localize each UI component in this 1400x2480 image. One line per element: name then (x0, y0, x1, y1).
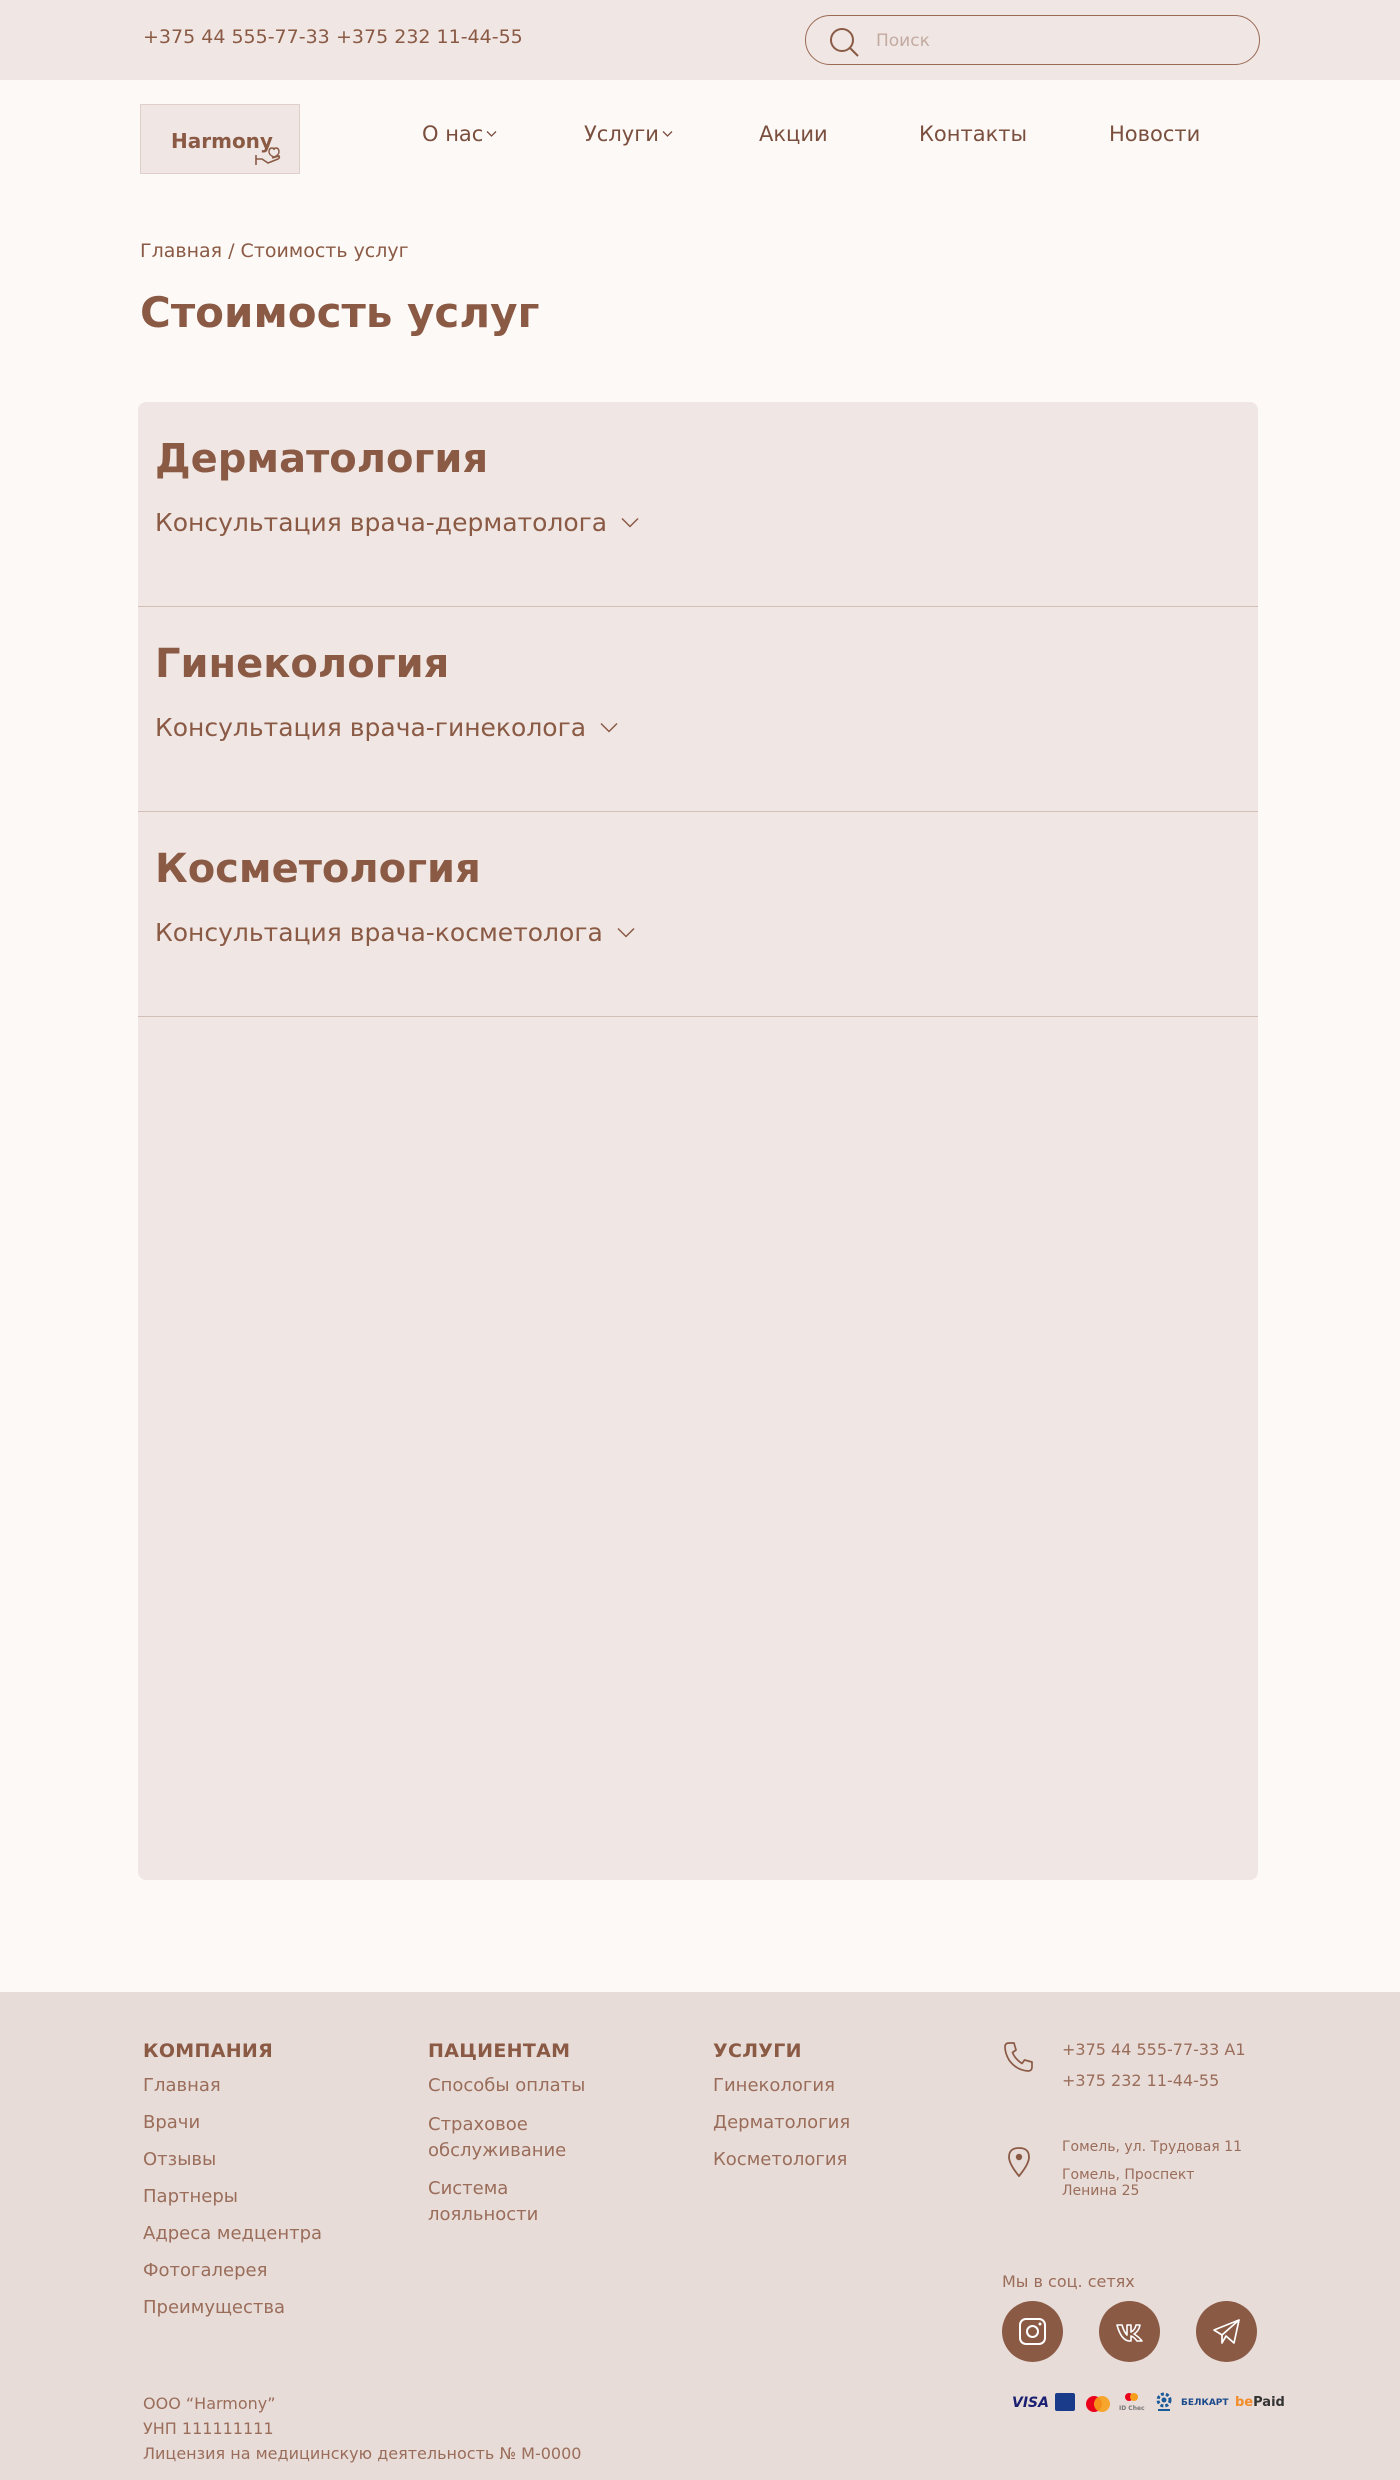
telegram-button[interactable] (1196, 2301, 1257, 2362)
footer-link-doctors[interactable]: Врачи (143, 2110, 200, 2136)
footer-phone-2[interactable]: +375 232 11-44-55 (1062, 2071, 1219, 2091)
legal-unp: УНП 111111111 (143, 2419, 274, 2438)
visa-logo: VISA (1012, 2395, 1049, 2411)
accordion-dermatology[interactable]: Консультация врача-дерматолога (155, 508, 639, 537)
footer-link-gynecology[interactable]: Гинекология (713, 2073, 835, 2099)
instagram-button[interactable] (1002, 2301, 1063, 2362)
chevron-down-icon (662, 131, 673, 137)
telegram-icon (1213, 2319, 1240, 2344)
legal-license: Лицензия на медицинскую деятельность № М… (143, 2444, 582, 2463)
footer-address-2: Гомель, Проспект Ленина 25 (1062, 2167, 1195, 2199)
mastercard-logo (1084, 2395, 1112, 2416)
footer-link-payment[interactable]: Способы оплаты (428, 2073, 585, 2099)
nav-news[interactable]: Новости (1109, 122, 1200, 146)
nav-services-label: Услуги (584, 122, 659, 146)
breadcrumb[interactable]: Главная / Стоимость услуг (140, 240, 409, 262)
accordion-cosmetology[interactable]: Консультация врача-косметолога (155, 918, 635, 947)
chevron-down-icon (486, 131, 497, 137)
price-section-cosmetology: Косметология Консультация врача-косметол… (138, 812, 1258, 1017)
footer-link-loyalty[interactable]: Система лояльности (428, 2176, 578, 2228)
vk-button[interactable] (1099, 2301, 1160, 2362)
price-panel: Дерматология Консультация врача-дерматол… (138, 402, 1258, 1880)
nav-services[interactable]: Услуги (584, 122, 673, 146)
accordion-gynecology[interactable]: Консультация врача-гинеколога (155, 713, 618, 742)
search-icon[interactable] (828, 26, 860, 58)
footer-patients-heading: ПАЦИЕНТАМ (428, 2040, 571, 2062)
social-label: Мы в соц. сетях (1002, 2272, 1135, 2291)
hand-heart-icon (254, 145, 282, 167)
nav-news-label: Новости (1109, 122, 1201, 146)
footer-link-advantages[interactable]: Преимущества (143, 2295, 285, 2321)
section-title: Косметология (155, 846, 481, 892)
top-phone-2[interactable]: +375 232 11-44-55 (336, 26, 523, 48)
vk-icon (1116, 2324, 1143, 2342)
search-input[interactable] (876, 28, 1236, 54)
footer-link-cosmetology[interactable]: Косметология (713, 2147, 847, 2173)
footer-address-1: Гомель, ул. Трудовая 11 (1062, 2139, 1242, 2155)
footer-services-heading: УСЛУГИ (713, 2040, 802, 2062)
phone-icon (1003, 2040, 1035, 2078)
accordion-label: Консультация врача-косметолога (155, 918, 603, 947)
nav-about-label: О нас (422, 122, 484, 146)
bepaid-logo: bePaid (1235, 2395, 1285, 2410)
footer-link-partners[interactable]: Партнеры (143, 2184, 238, 2210)
search-box[interactable] (805, 15, 1260, 65)
nav-about[interactable]: О нас (422, 122, 497, 146)
price-section-dermatology: Дерматология Консультация врача-дерматол… (138, 402, 1258, 607)
erip-logo (1154, 2391, 1174, 2416)
footer-company-heading: КОМПАНИЯ (143, 2040, 274, 2062)
section-title: Гинекология (155, 641, 450, 687)
accordion-label: Консультация врача-дерматолога (155, 508, 608, 537)
instagram-icon (1019, 2318, 1046, 2345)
price-section-gynecology: Гинекология Консультация врача-гинеколог… (138, 607, 1258, 812)
legal-company: ООО “Harmony” (143, 2394, 276, 2413)
id-check-logo: ID Check (1119, 2392, 1150, 2415)
footer-link-gallery[interactable]: Фотогалерея (143, 2258, 267, 2284)
footer-link-addresses[interactable]: Адреса медцентра (143, 2221, 322, 2247)
accordion-label: Консультация врача-гинеколога (155, 713, 587, 742)
footer-link-dermatology[interactable]: Дерматология (713, 2110, 850, 2136)
nav-contacts-label: Контакты (919, 122, 1028, 146)
chevron-down-icon (600, 722, 618, 733)
svg-text:ID Check: ID Check (1119, 2405, 1145, 2412)
nav-promotions-label: Акции (759, 122, 828, 146)
footer-link-home[interactable]: Главная (143, 2073, 221, 2099)
top-bar: +375 44 555-77-33 +375 232 11-44-55 (0, 0, 1400, 80)
footer-link-reviews[interactable]: Отзывы (143, 2147, 216, 2173)
page-title: Стоимость услуг (140, 288, 540, 337)
footer-phone-1[interactable]: +375 44 555-77-33 A1 (1062, 2040, 1246, 2060)
footer-link-insurance[interactable]: Страховое обслуживание (428, 2112, 598, 2164)
belkart-logo: БЕЛКАРТ (1181, 2398, 1229, 2408)
nav-promotions[interactable]: Акции (759, 122, 828, 146)
top-phone-1[interactable]: +375 44 555-77-33 (143, 26, 330, 48)
location-pin-icon (1006, 2146, 1032, 2182)
chevron-down-icon (617, 927, 635, 938)
chevron-down-icon (621, 517, 639, 528)
belkart-card-icon (1055, 2393, 1075, 2411)
section-title: Дерматология (155, 436, 489, 482)
logo[interactable]: Harmony (140, 104, 300, 174)
nav-contacts[interactable]: Контакты (919, 122, 1027, 146)
